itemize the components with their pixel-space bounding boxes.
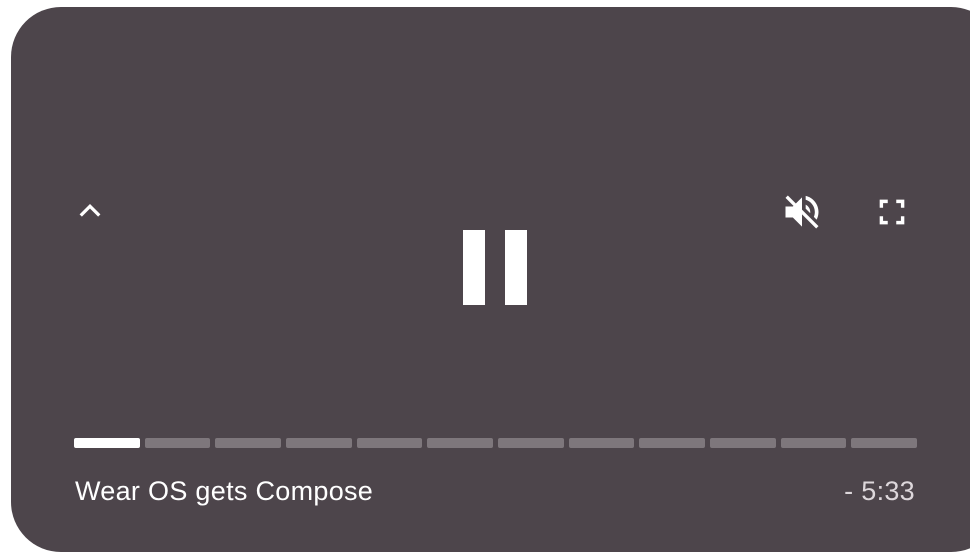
chevron-up-icon bbox=[79, 203, 101, 217]
progress-segment bbox=[851, 438, 918, 448]
progress-segment bbox=[780, 438, 847, 448]
progress-segment bbox=[286, 438, 352, 448]
video-title: Wear OS gets Compose bbox=[75, 476, 374, 506]
pause-bar-right bbox=[505, 230, 527, 305]
pause-bar-left bbox=[463, 230, 485, 305]
fullscreen-button[interactable] bbox=[868, 190, 916, 234]
progress-segment bbox=[639, 438, 706, 448]
progress-segment bbox=[215, 438, 282, 448]
pause-button[interactable] bbox=[454, 222, 538, 314]
remaining-time: - 5:33 bbox=[844, 476, 915, 506]
progress-segment bbox=[74, 438, 140, 448]
mute-button[interactable] bbox=[778, 190, 826, 234]
collapse-button[interactable] bbox=[68, 188, 112, 232]
volume-off-icon bbox=[785, 195, 819, 229]
progress-segment bbox=[144, 438, 211, 448]
progress-indicator[interactable] bbox=[74, 438, 918, 448]
progress-segment bbox=[356, 438, 423, 448]
progress-segment bbox=[710, 438, 776, 448]
fullscreen-icon bbox=[879, 199, 905, 225]
progress-segment bbox=[427, 438, 494, 448]
progress-segment bbox=[568, 438, 635, 448]
progress-segment bbox=[498, 438, 564, 448]
